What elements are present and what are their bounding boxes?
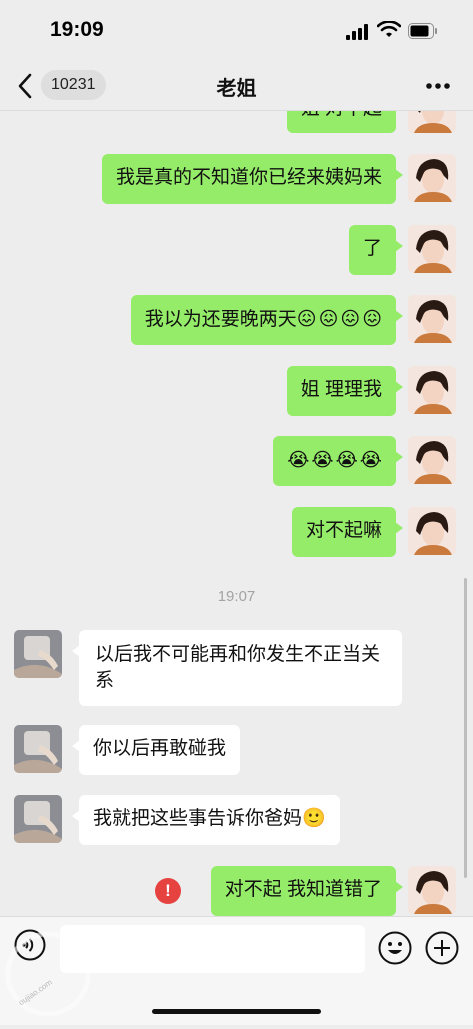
message-text: 以后我不可能再和你发生不正当关系 (95, 644, 381, 691)
crying-emoji: 😭 (359, 450, 382, 471)
message-timestamp: 19:07 (217, 588, 256, 605)
send-failed-icon[interactable]: ! (155, 878, 181, 904)
message-text: 你以后再敢碰我 (93, 738, 227, 759)
confounded-emoji: 😖 (340, 309, 361, 330)
message-row: 我以为还要晚两天 😖 😖 😖 😖 (0, 295, 473, 345)
message-bubble-incoming[interactable]: 我就把这些事告诉你爸妈🙂 (72, 795, 340, 845)
my-avatar[interactable] (408, 111, 456, 133)
message-row: 我就把这些事告诉你爸妈🙂 (0, 795, 473, 845)
emoji-group: 😭 😭 😭 😭 (287, 448, 382, 474)
message-text: 我以为还要晚两天 (144, 309, 297, 330)
battery-icon (408, 23, 437, 39)
message-row: 我是真的不知道你已经来姨妈来 (0, 154, 473, 204)
message-row: 以后我不可能再和你发生不正当关系 (0, 630, 473, 706)
wifi-icon (377, 21, 401, 37)
message-input[interactable] (60, 925, 365, 973)
message-row: 姐 对不起 (0, 111, 473, 133)
crying-emoji: 😭 (287, 450, 310, 471)
message-row: 了 (0, 225, 473, 275)
message-text: 我就把这些事告诉你爸妈 (93, 808, 303, 829)
my-avatar[interactable] (408, 295, 456, 343)
message-bubble-outgoing[interactable]: 我是真的不知道你已经来姨妈来 (101, 154, 403, 204)
message-row: 对不起嘛 (0, 507, 473, 557)
confounded-emoji: 😖 (362, 309, 382, 330)
watermark-logo: oujiao.com (0, 926, 100, 1024)
message-bubble-outgoing[interactable]: 姐 理理我 (286, 366, 403, 416)
confounded-emoji: 😖 (296, 309, 317, 330)
message-text: 我是真的不知道你已经来姨妈来 (115, 167, 382, 188)
message-text: 了 (362, 238, 382, 259)
message-bubble-outgoing[interactable]: 姐 对不起 (286, 111, 403, 133)
status-bar: 19:09 (0, 0, 473, 62)
scrollbar[interactable] (464, 578, 467, 878)
message-text: 姐 对不起 (301, 111, 382, 119)
message-bubble-outgoing[interactable]: 对不起 我知道错了 (210, 866, 403, 916)
message-text: 对不起嘛 (305, 520, 382, 541)
home-indicator (152, 1009, 321, 1014)
my-avatar[interactable] (408, 866, 456, 914)
message-text: 对不起 我知道错了 (224, 879, 382, 900)
my-avatar[interactable] (408, 154, 456, 202)
message-bubble-incoming[interactable]: 你以后再敢碰我 (72, 725, 241, 775)
message-bubble-outgoing[interactable]: 我以为还要晚两天 😖 😖 😖 😖 (130, 295, 403, 345)
add-attachment-icon[interactable] (425, 931, 459, 965)
smile-emoji: 🙂 (302, 808, 326, 829)
chat-header: 10231 老姐 (0, 62, 473, 111)
my-avatar[interactable] (408, 366, 456, 414)
message-row: 😭 😭 😭 😭 (0, 436, 473, 486)
message-bubble-incoming[interactable]: 以后我不可能再和你发生不正当关系 (72, 630, 402, 706)
my-avatar[interactable] (408, 436, 456, 484)
my-avatar[interactable] (408, 225, 456, 273)
message-list[interactable]: 姐 对不起 我是真的不知道你已经来姨妈来 了 我以为还要晚两天 😖 😖 😖 😖 (0, 111, 473, 916)
signal-icon (346, 24, 368, 40)
message-row: 你以后再敢碰我 (0, 725, 473, 775)
crying-emoji: 😭 (311, 450, 334, 471)
chat-title: 老姐 (216, 78, 257, 100)
emoji-group: 😖 😖 😖 😖 (297, 307, 382, 333)
emoji-picker-icon[interactable] (378, 931, 412, 965)
message-row: 姐 理理我 (0, 366, 473, 416)
message-bubble-outgoing[interactable]: 了 (348, 225, 403, 275)
contact-avatar[interactable] (14, 795, 62, 843)
contact-avatar[interactable] (14, 725, 62, 773)
message-bubble-outgoing[interactable]: 对不起嘛 (291, 507, 403, 557)
contact-avatar[interactable] (14, 630, 62, 678)
status-time: 19:09 (50, 18, 104, 41)
confounded-emoji: 😖 (318, 309, 339, 330)
message-text: 姐 理理我 (300, 379, 382, 400)
message-row: ! 对不起 我知道错了 (0, 866, 473, 916)
my-avatar[interactable] (408, 507, 456, 555)
message-bubble-outgoing[interactable]: 😭 😭 😭 😭 (273, 436, 403, 486)
more-options-icon[interactable] (425, 82, 451, 90)
crying-emoji: 😭 (335, 450, 358, 471)
